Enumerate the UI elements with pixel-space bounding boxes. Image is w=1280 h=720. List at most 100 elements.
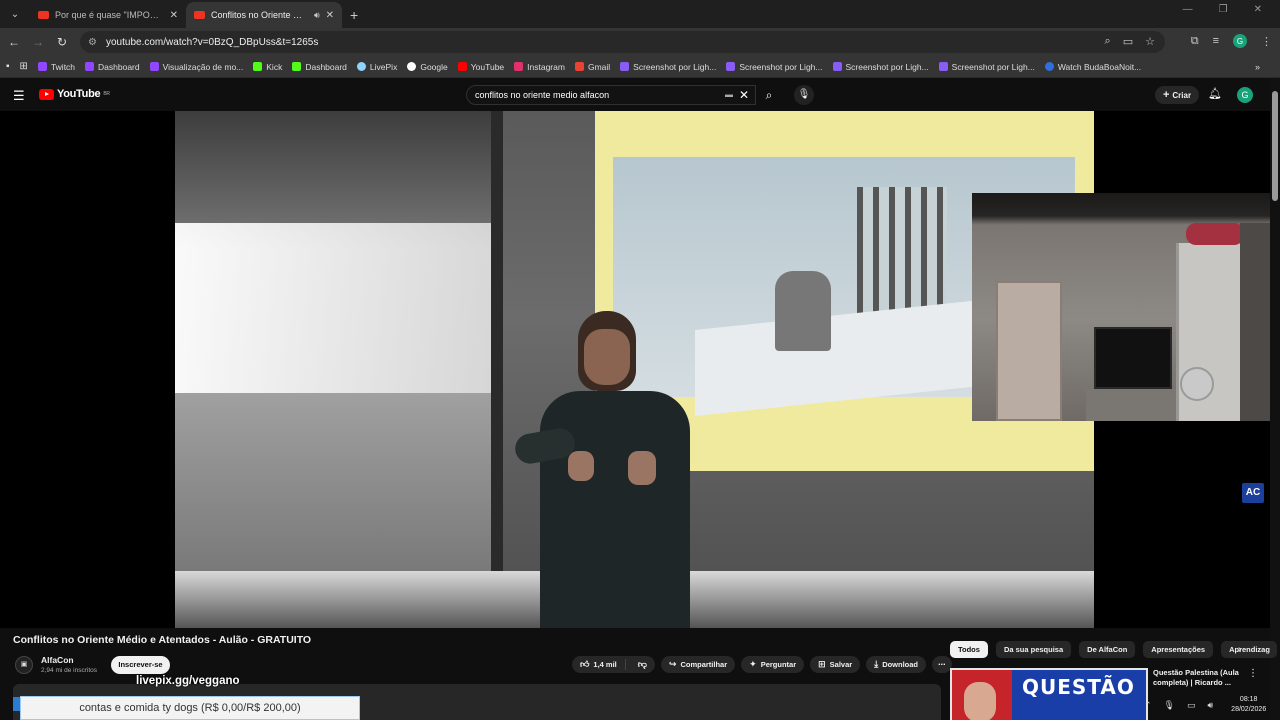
bookmark-item[interactable]: Twitch [37, 62, 75, 72]
webcam-overlay [972, 193, 1270, 421]
bookmark-item[interactable]: Dashboard [85, 62, 140, 72]
recommendation-menu-icon[interactable]: ⋮ [1248, 668, 1258, 679]
apps-grid-icon[interactable]: ⊞ [20, 61, 28, 72]
gmail-icon [574, 62, 584, 71]
red-box [1186, 223, 1244, 245]
url-text: youtube.com/watch?v=0BzQ_DBpUss&t=1265s [106, 36, 319, 48]
kick-icon [253, 62, 263, 71]
room-fan [1180, 367, 1214, 401]
channel-name[interactable]: AlfaCon [41, 655, 74, 665]
window-light [175, 223, 491, 393]
youtube-header: ☰ YouTube BR conflitos no oriente medio … [0, 79, 1280, 111]
subscribe-button[interactable]: Inscrever-se [111, 656, 170, 674]
keyboard-icon[interactable]: ▬ [725, 90, 733, 99]
zoom-icon[interactable]: ⌕ [1105, 35, 1111, 48]
channel-avatar[interactable]: ▣ [15, 656, 33, 674]
notifications-bell-icon[interactable]: 🔔︎ [1208, 87, 1222, 100]
bookmark-item[interactable]: Screenshot por Ligh... [620, 62, 716, 72]
page-scrollbar[interactable] [1270, 79, 1280, 720]
browser-menu-icon[interactable]: ⋮ [1261, 35, 1272, 48]
ask-button[interactable]: ✦ Perguntar [741, 656, 805, 673]
video-frame[interactable] [175, 111, 1094, 628]
chip-from-search[interactable]: Da sua pesquisa [995, 641, 1072, 658]
search-input[interactable]: conflitos no oriente medio alfacon ▬ ✕ [466, 85, 756, 105]
channel-watermark[interactable]: AC [1242, 483, 1264, 503]
recommended-video-thumbnail[interactable]: QUESTÃO [950, 668, 1148, 720]
create-button[interactable]: + Criar [1155, 86, 1199, 104]
audio-playing-icon[interactable]: 🔊︎ [314, 10, 320, 21]
bookmark-item[interactable]: Visualização de mo... [149, 62, 243, 72]
chip-learning[interactable]: Aprendizag [1221, 641, 1278, 658]
twitch-icon [149, 62, 159, 71]
sidebar-toggle-icon[interactable]: ▪ [6, 61, 10, 72]
bookmark-item[interactable]: Dashboard [292, 62, 347, 72]
scrollbar-thumb[interactable] [1272, 91, 1278, 201]
bookmark-item[interactable]: Google [407, 62, 448, 72]
close-tab-icon[interactable]: ✕ [170, 10, 178, 21]
browser-tab-1[interactable]: Por que é quase "IMPOSSÍVEL" ✕ [30, 2, 186, 28]
lecturer-hand [628, 451, 656, 485]
chip-from-channel[interactable]: De AlfaCon [1079, 641, 1136, 658]
more-bookmarks-icon[interactable]: » [1255, 62, 1260, 72]
chip-all[interactable]: Todos [950, 641, 988, 658]
bookmark-item[interactable]: Screenshot por Ligh... [726, 62, 823, 72]
search-query: conflitos no oriente medio alfacon [475, 90, 610, 100]
account-avatar[interactable]: G [1237, 87, 1253, 103]
profile-avatar[interactable]: G [1233, 34, 1247, 48]
close-window-icon[interactable]: ✕ [1254, 4, 1262, 15]
recommended-video-title[interactable]: Questão Palestina (Aula completa) | Rica… [1153, 668, 1241, 688]
instagram-icon [514, 62, 524, 71]
voice-search-icon[interactable]: 🎙︎ [794, 85, 814, 105]
download-button[interactable]: ⤓ Download [866, 656, 927, 673]
video-player[interactable] [0, 111, 1270, 628]
close-tab-icon[interactable]: ✕ [326, 10, 334, 21]
extensions-icon[interactable]: ⧉ [1191, 35, 1199, 48]
reload-icon[interactable]: ↻ [50, 35, 74, 49]
minimize-icon[interactable]: — [1183, 4, 1193, 15]
bookmark-item[interactable]: Screenshot por Ligh... [832, 62, 929, 72]
browser-tab-2[interactable]: Conflitos no Oriente Médio 🔊︎ ✕ [186, 2, 342, 28]
microphone-icon[interactable]: 🎙︎ [1164, 700, 1175, 711]
search-button[interactable]: ⌕ [756, 85, 782, 105]
bookmark-item[interactable]: Instagram [514, 62, 565, 72]
window-controls: — ❐ ✕ [1183, 4, 1280, 15]
bookmark-item[interactable]: Gmail [574, 62, 610, 72]
forward-icon[interactable]: → [26, 35, 50, 49]
subscriber-count: 2,94 mi de inscritos [41, 667, 97, 674]
bookmark-item[interactable]: YouTube [457, 62, 504, 72]
site-info-icon[interactable]: ⚙ [88, 37, 100, 48]
bookmark-item[interactable]: Screenshot por Ligh... [938, 62, 1035, 72]
restore-icon[interactable]: ❐ [1219, 4, 1228, 15]
chip-presentations[interactable]: Apresentações [1143, 641, 1214, 658]
tab-search-chevron-icon[interactable]: ⌄ [4, 3, 26, 25]
tray-chevron-icon[interactable]: ⌃ [1144, 700, 1152, 711]
bookmark-item[interactable]: Watch BudaBoaNoit... [1044, 62, 1141, 72]
bookmark-star-icon[interactable]: ☆ [1145, 35, 1155, 48]
share-button[interactable]: ↪ Compartilhar [660, 656, 736, 673]
volume-icon[interactable]: 🔊︎ [1208, 700, 1214, 711]
clear-search-icon[interactable]: ✕ [739, 88, 749, 102]
bookmark-item[interactable]: Kick [253, 62, 282, 72]
more-icon: ⋯ [938, 660, 946, 669]
bookmarks-bar: ▪ ⊞ Twitch Dashboard Visualização de mo.… [0, 56, 1280, 78]
save-button[interactable]: ⊞ Salvar [810, 656, 861, 673]
bookmark-item[interactable]: LivePix [356, 62, 397, 72]
new-tab-icon[interactable]: + [350, 7, 358, 23]
taskbar-clock[interactable]: 08:18 28/02/2026 [1231, 695, 1266, 715]
dislike-button[interactable]: 👎︎ [630, 659, 655, 670]
kick-icon [292, 62, 302, 71]
menu-icon[interactable]: ☰ [13, 88, 25, 104]
media-controls-icon[interactable]: ≡ [1213, 35, 1219, 47]
back-icon[interactable]: ← [2, 35, 26, 49]
more-actions-button[interactable]: ⋯ [932, 656, 952, 673]
address-bar[interactable]: ⚙ youtube.com/watch?v=0BzQ_DBpUss&t=1265… [80, 31, 1165, 53]
like-button[interactable]: 👍︎ 1,4 mil [580, 659, 626, 670]
network-icon[interactable]: ▭ [1187, 700, 1196, 711]
overlay-accent [13, 697, 20, 711]
lecturer [512, 311, 710, 628]
lightshot-icon [938, 62, 948, 71]
tab-title: Conflitos no Oriente Médio [211, 10, 308, 20]
cast-icon[interactable]: ▭ [1123, 35, 1133, 48]
chips-next-icon[interactable]: › [1238, 644, 1241, 655]
youtube-logo[interactable]: YouTube BR [39, 88, 110, 100]
